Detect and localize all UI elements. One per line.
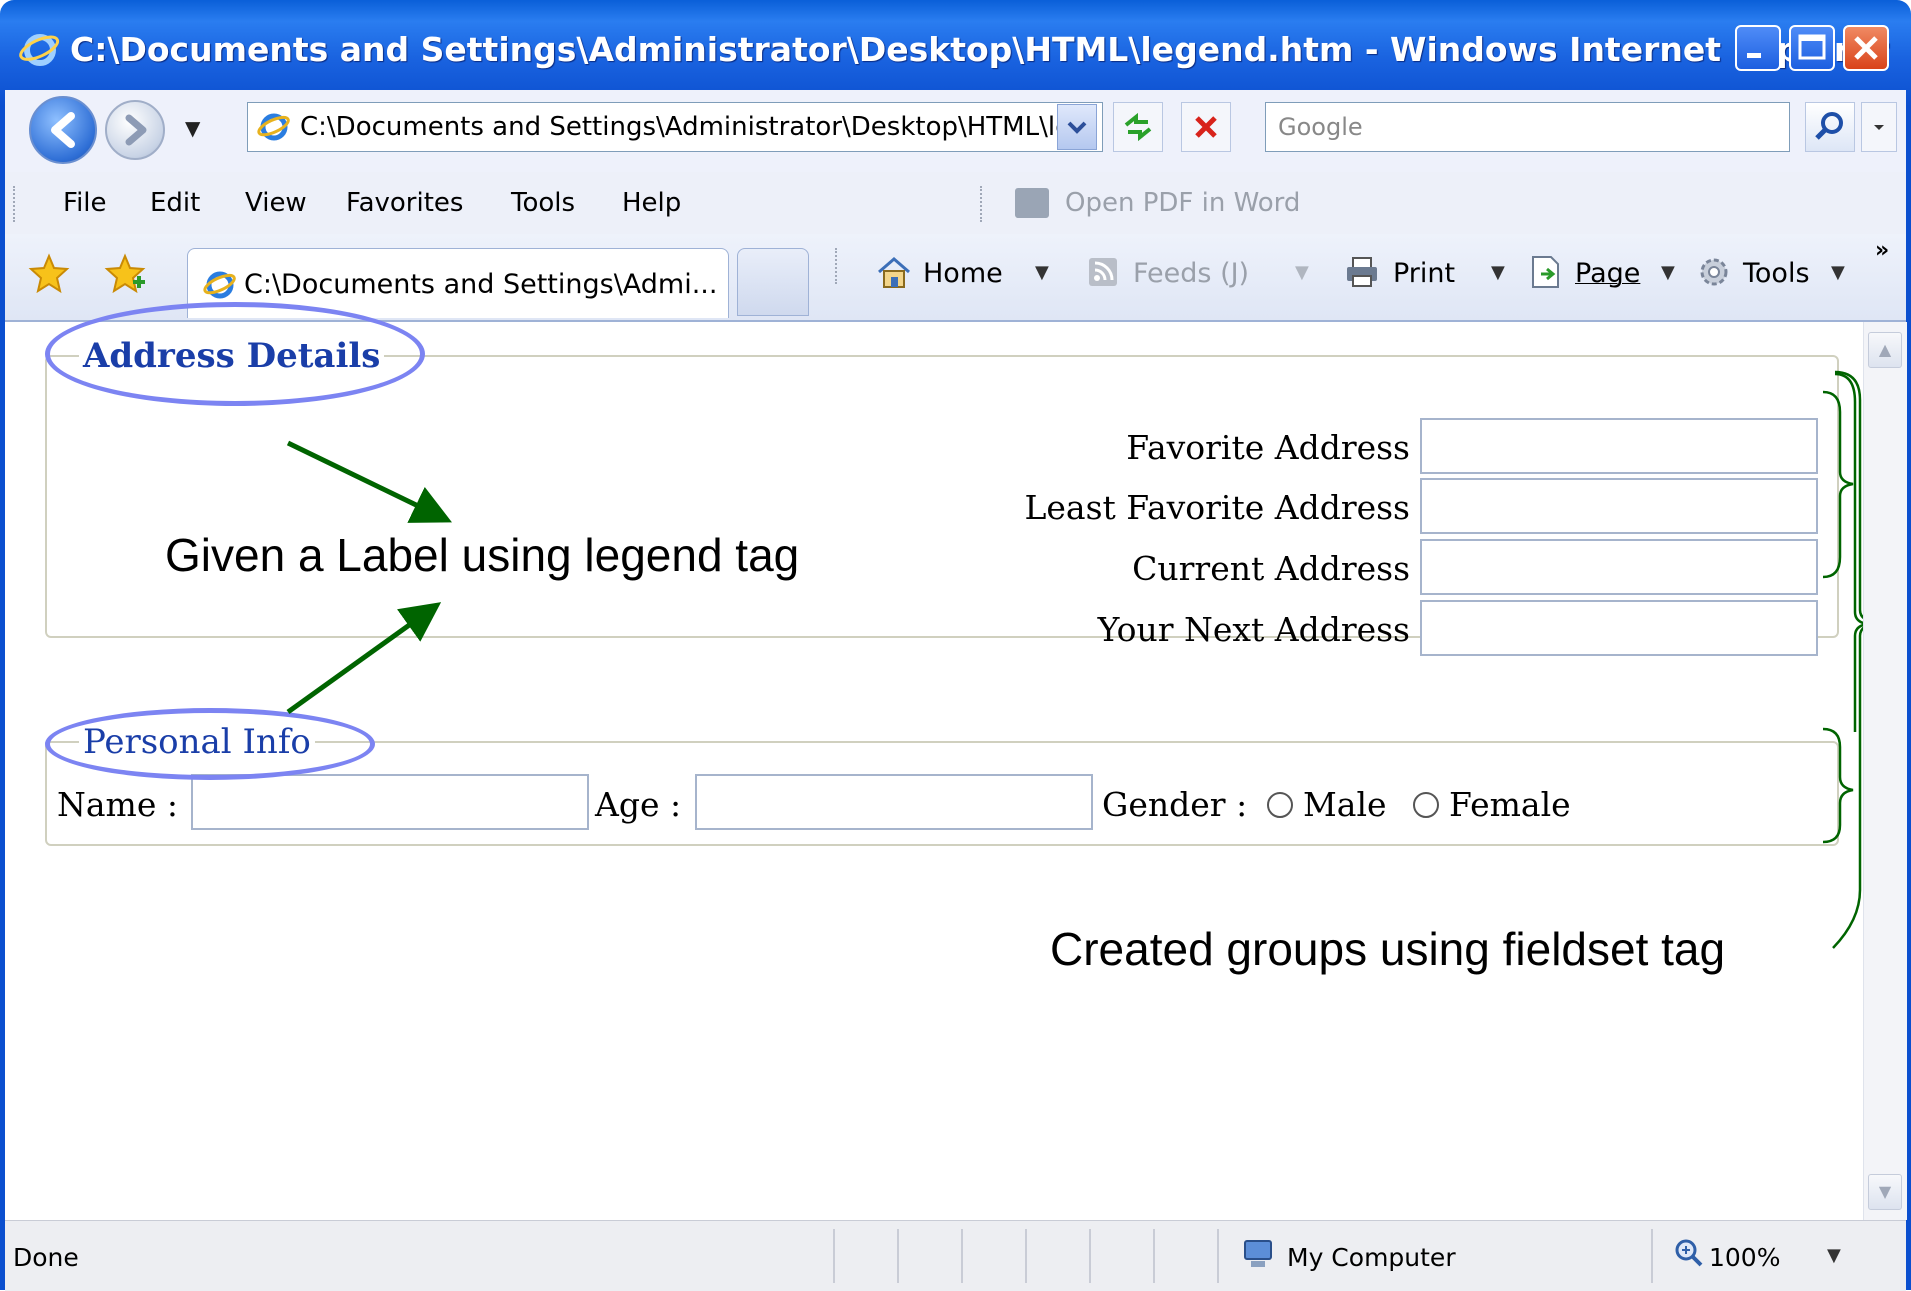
status-divider [1025, 1229, 1027, 1283]
address-input[interactable]: C:\Documents and Settings\Administrator\… [247, 102, 1103, 152]
menu-view[interactable]: View [245, 188, 307, 218]
home-icon[interactable] [875, 254, 913, 290]
feeds-icon [1089, 258, 1117, 286]
feeds-dropdown[interactable]: ▼ [1295, 262, 1309, 283]
menu-file[interactable]: File [63, 188, 107, 218]
close-icon [1854, 36, 1878, 60]
favorites-center-star-icon[interactable] [27, 252, 71, 296]
search-placeholder: Google [1278, 113, 1363, 141]
menu-favorites[interactable]: Favorites [346, 188, 463, 218]
forward-arrow-icon [125, 114, 147, 146]
tools-dropdown[interactable]: ▼ [1831, 262, 1845, 283]
ie-page-icon [257, 113, 290, 141]
maximize-button[interactable] [1789, 25, 1835, 71]
refresh-button[interactable] [1113, 102, 1163, 152]
chevron-down-icon: ▼ [1878, 1182, 1892, 1201]
stop-x-icon [1195, 116, 1217, 138]
toolbar-grip[interactable] [13, 186, 19, 222]
search-options-dropdown[interactable] [1861, 102, 1897, 152]
search-button[interactable] [1805, 102, 1855, 152]
menu-bar: File Edit View Favorites Tools Help Open… [5, 172, 1906, 235]
status-divider [897, 1229, 899, 1283]
status-divider [1217, 1229, 1219, 1283]
chevron-down-icon [1874, 125, 1884, 130]
status-divider [1089, 1229, 1091, 1283]
security-zone-label: My Computer [1287, 1243, 1456, 1272]
chevron-up-icon: ▲ [1878, 340, 1892, 359]
feeds-button[interactable]: Feeds (J) [1133, 258, 1249, 289]
menu-help[interactable]: Help [622, 188, 681, 218]
page-icon[interactable] [1527, 254, 1565, 290]
address-dropdown-button[interactable] [1057, 104, 1097, 150]
recent-pages-dropdown[interactable]: ▼ [185, 116, 200, 140]
minimize-button[interactable] [1735, 25, 1781, 71]
status-bar: Done My Computer 100% ▼ [5, 1220, 1906, 1291]
toolbar-grip[interactable] [835, 248, 841, 284]
zoom-level[interactable]: 100% [1709, 1243, 1780, 1272]
home-button[interactable]: Home [923, 258, 1003, 289]
search-input[interactable]: Google [1265, 102, 1790, 152]
window-title: C:\Documents and Settings\Administrator\… [70, 30, 1889, 69]
back-arrow-icon [51, 112, 75, 148]
address-url: C:\Documents and Settings\Administrator\… [300, 112, 1070, 142]
add-favorites-star-icon[interactable] [103, 252, 147, 296]
page-content: Address Details Favorite Address Least F… [5, 302, 1863, 1220]
stop-button[interactable] [1181, 102, 1231, 152]
scroll-down-button[interactable]: ▼ [1868, 1174, 1902, 1210]
ie-page-icon [203, 271, 236, 299]
status-divider [961, 1229, 963, 1283]
search-icon [1815, 112, 1843, 140]
back-button[interactable] [29, 96, 97, 164]
toolbar-grip[interactable] [980, 186, 986, 222]
ie-logo-icon [19, 34, 60, 66]
status-divider [1153, 1229, 1155, 1283]
forward-button[interactable] [105, 100, 165, 160]
printer-icon[interactable] [1343, 254, 1381, 290]
chevron-more-icon[interactable]: » [1875, 238, 1889, 263]
new-tab-button[interactable] [737, 248, 809, 316]
vertical-scrollbar[interactable]: ▲ ▼ [1863, 322, 1907, 1220]
status-divider [833, 1229, 835, 1283]
menu-tools[interactable]: Tools [511, 188, 575, 218]
page-menu-button[interactable]: Page [1575, 258, 1640, 289]
address-toolbar: ▼ C:\Documents and Settings\Administrato… [5, 90, 1906, 173]
minimize-icon [1747, 53, 1761, 58]
chevron-down-icon [1067, 121, 1087, 134]
print-dropdown[interactable]: ▼ [1491, 262, 1505, 283]
print-button[interactable]: Print [1393, 258, 1455, 289]
status-text: Done [13, 1243, 79, 1272]
home-dropdown[interactable]: ▼ [1035, 262, 1049, 283]
gear-icon[interactable] [1695, 254, 1733, 290]
my-computer-zone-icon [1244, 1240, 1272, 1267]
status-divider [1651, 1229, 1653, 1283]
tools-menu-button[interactable]: Tools [1743, 258, 1810, 289]
maximize-icon [1798, 34, 1826, 60]
zoom-dropdown[interactable]: ▼ [1827, 1245, 1841, 1266]
scroll-up-button[interactable]: ▲ [1868, 332, 1902, 368]
close-button[interactable] [1843, 25, 1889, 71]
arrow-to-annotation [286, 440, 453, 523]
refresh-icon [1124, 112, 1152, 142]
zoom-magnifier-icon[interactable] [1673, 1237, 1705, 1269]
word-document-icon [1015, 188, 1049, 218]
annotation-overlay [286, 372, 1863, 844]
menu-edit[interactable]: Edit [150, 188, 200, 218]
tab-label: C:\Documents and Settings\Admi... [244, 269, 718, 300]
page-dropdown[interactable]: ▼ [1661, 262, 1675, 283]
open-pdf-label: Open PDF in Word [1065, 188, 1301, 218]
arrow-to-annotation [286, 602, 442, 715]
